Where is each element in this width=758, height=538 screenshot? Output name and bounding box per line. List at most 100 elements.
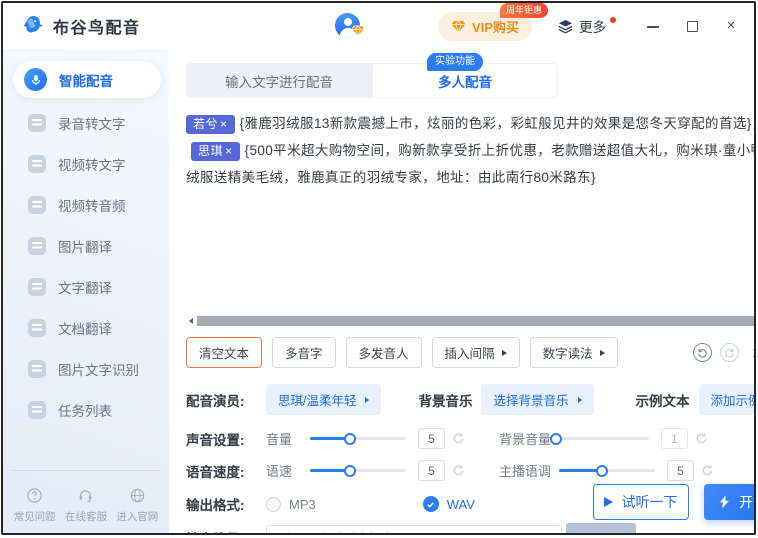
reset-icon[interactable]	[695, 432, 708, 445]
sidebar-item-label: 文档翻译	[58, 318, 112, 338]
slider-knob[interactable]	[344, 433, 356, 445]
sidebar-item-label: 文字翻译	[58, 277, 112, 297]
maximize-button[interactable]	[685, 19, 699, 33]
speaker-tag[interactable]: 若兮	[186, 115, 235, 134]
sidebar-item-label: 图片翻译	[58, 236, 112, 256]
vip-gem-icon	[451, 20, 466, 33]
output-path-row: 输出路径: 更改路径	[186, 523, 756, 535]
remove-speaker-icon[interactable]	[220, 117, 228, 131]
lightning-icon	[718, 495, 731, 509]
vip-purchase-label: VIP购买	[472, 17, 519, 36]
volume-slider[interactable]	[310, 437, 406, 441]
wav-radio[interactable]	[423, 496, 439, 512]
title-bar: 布谷鸟配音 VIP购买 周年钜惠 更多	[3, 3, 754, 49]
insert-pause-button[interactable]: 插入间隔	[432, 337, 520, 368]
action-buttons: 试听一下 开始转换	[593, 484, 756, 520]
bgm-select[interactable]: 选择背景音乐	[481, 384, 593, 415]
audio-to-text-icon	[28, 114, 46, 132]
bgm-value: 选择背景音乐	[493, 390, 568, 409]
image-translate-icon	[28, 237, 46, 255]
reset-icon[interactable]	[701, 464, 714, 477]
redo-button[interactable]	[720, 343, 739, 362]
undo-icon	[697, 347, 708, 358]
tone-label: 主播语调	[499, 461, 551, 480]
sidebar-item-video-to-audio[interactable]: 视频转音频	[3, 184, 169, 225]
scroll-left-icon[interactable]	[186, 315, 197, 326]
reset-icon[interactable]	[452, 432, 465, 445]
preview-label: 试听一下	[622, 492, 678, 512]
sidebar-item-text-translate[interactable]: 文字翻译	[3, 266, 169, 307]
speed-label: 语速	[266, 461, 302, 480]
sidebar-item-video-to-text[interactable]: 视频转文字	[3, 143, 169, 184]
more-menu-button[interactable]: 更多	[558, 16, 616, 36]
video-to-text-icon	[28, 155, 46, 173]
vip-purchase-button[interactable]: VIP购买 周年钜惠	[438, 12, 532, 41]
sidebar-item-image-translate[interactable]: 图片翻译	[3, 225, 169, 266]
sample-text-select[interactable]: 添加示例文本	[699, 384, 757, 415]
doc-translate-icon	[28, 319, 46, 337]
tone-slider[interactable]	[559, 469, 655, 473]
voice-actor-select[interactable]: 思琪/温柔年轻	[266, 384, 381, 415]
sidebar-item-doc-translate[interactable]: 文档翻译	[3, 307, 169, 348]
faq-label: 常见问题	[14, 509, 56, 524]
voice-actor-row: 配音演员: 思琪/温柔年轻 背景音乐 选择背景音乐 示例文本 添加示例文本	[186, 384, 756, 415]
slider-knob[interactable]	[344, 465, 356, 477]
reset-icon[interactable]	[452, 464, 465, 477]
remove-speaker-icon[interactable]	[225, 144, 233, 158]
online-support-label: 在线客服	[65, 509, 107, 524]
sidebar-item-audio-to-text[interactable]: 录音转文字	[3, 102, 169, 143]
play-icon	[604, 497, 613, 507]
sidebar-item-label: 智能配音	[59, 70, 113, 90]
sidebar-item-task-list[interactable]: 任务列表	[3, 389, 169, 430]
editor-toolbar: 清空文本 多音字 多发音人 插入间隔 数字读法	[186, 337, 756, 368]
app-logo: 布谷鸟配音	[19, 13, 141, 39]
editor-text-segment: {雅鹿羽绒服13新款震撼上市，炫丽的色彩，彩虹般见井的效果是您冬天穿配的首选}，	[240, 116, 756, 131]
close-button[interactable]: ×	[724, 19, 738, 33]
redo-icon	[724, 347, 735, 358]
mp3-radio[interactable]	[266, 497, 281, 512]
preview-button[interactable]: 试听一下	[593, 484, 689, 520]
faq-button[interactable]: 常见问题	[14, 487, 56, 524]
multi-speaker-button[interactable]: 多发音人	[346, 337, 422, 368]
sidebar-footer: 常见问题 在线客服 进入官网	[3, 487, 169, 524]
output-path-input[interactable]	[266, 525, 562, 536]
official-site-label: 进入官网	[116, 509, 158, 524]
scrollbar-track[interactable]	[197, 315, 756, 326]
image-ocr-icon	[28, 360, 46, 378]
bgm-label: 背景音乐	[418, 390, 472, 410]
sidebar-item-smart-dubbing[interactable]: 智能配音	[13, 61, 161, 98]
user-avatar[interactable]	[335, 13, 361, 39]
sidebar-item-image-ocr[interactable]: 图片文字识别	[3, 348, 169, 389]
speaker-tag[interactable]: 思琪	[191, 142, 240, 161]
experimental-feature-badge: 实验功能	[427, 53, 483, 71]
minimize-button[interactable]	[646, 19, 660, 33]
number-reading-button[interactable]: 数字读法	[530, 337, 618, 368]
more-label: 更多	[579, 16, 606, 36]
official-site-button[interactable]: 进入官网	[116, 487, 158, 524]
change-path-button[interactable]: 更改路径	[566, 523, 636, 535]
editor-text-segment: {500平米超大购物空间，购新款享受折上折优惠，老款赠送超值大礼，购米琪·童小鸭…	[186, 143, 756, 185]
caret-right-icon	[600, 350, 605, 356]
clear-text-button[interactable]: 清空文本	[186, 337, 262, 368]
speed-slider[interactable]	[310, 469, 406, 473]
online-support-button[interactable]: 在线客服	[65, 487, 107, 524]
sidebar-item-label: 视频转文字	[58, 154, 126, 174]
start-convert-button[interactable]: 开始转换	[704, 484, 756, 520]
main-panel: 输入文字进行配音 多人配音 实验功能 若兮{雅鹿羽绒服13新款震撼上市，炫丽的色…	[169, 49, 756, 535]
scrollbar-thumb[interactable]	[197, 316, 756, 326]
sound-settings-row: 声音设置: 音量 5 背景音量 1	[186, 428, 756, 449]
task-list-icon	[28, 401, 46, 419]
dubbing-text-editor[interactable]: 若兮 {雅鹿羽绒服13新款震撼上市，炫丽的色彩，彩虹般见井的效果是您冬天穿配的首选…	[186, 110, 756, 313]
header-right: VIP购买 周年钜惠 更多 ×	[438, 12, 738, 41]
bg-volume-slider[interactable]	[553, 437, 649, 441]
slider-knob[interactable]	[550, 433, 562, 445]
polyphonic-button[interactable]: 多音字	[272, 337, 336, 368]
slider-knob[interactable]	[596, 465, 608, 477]
undo-button[interactable]	[693, 343, 712, 362]
bg-volume-value: 1	[661, 428, 688, 449]
tab-text-dubbing[interactable]: 输入文字进行配音	[186, 63, 372, 98]
convert-label: 开始转换	[739, 492, 756, 512]
horizontal-scrollbar[interactable]	[186, 314, 756, 327]
speaker-tag-label: 若兮	[193, 117, 218, 131]
notification-dot	[610, 17, 616, 23]
